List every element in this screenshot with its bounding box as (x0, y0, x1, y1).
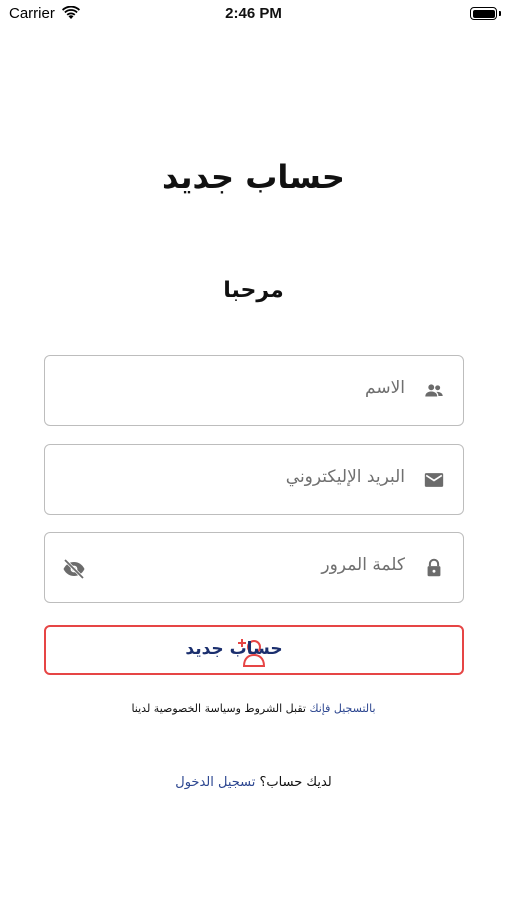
clock: 2:46 PM (225, 5, 282, 22)
terms-link[interactable]: بالتسجيل فإنك (309, 702, 375, 715)
register-button-label: حساب جديد (185, 639, 283, 659)
page-title: حساب جديد (162, 158, 345, 196)
password-placeholder: كلمة المرور (321, 555, 405, 575)
battery-icon (470, 7, 501, 20)
terms-text: تقبل الشروط وسياسة الخصوصية لدينا (131, 702, 306, 715)
login-link[interactable]: تسجيل الدخول (175, 775, 255, 790)
login-question: لديك حساب؟ (259, 775, 332, 790)
welcome-heading: مرحبا (223, 278, 284, 303)
lock-icon (427, 558, 441, 577)
eye-off-icon[interactable] (62, 557, 86, 581)
mail-icon (424, 473, 444, 487)
register-button[interactable]: حساب جديد (44, 625, 464, 675)
email-field[interactable]: البريد الإليكتروني (44, 444, 464, 515)
status-bar: Carrier 2:46 PM (0, 0, 507, 30)
name-field[interactable]: الاسم (44, 355, 464, 426)
login-prompt: لديك حساب؟ تسجيل الدخول (0, 775, 507, 790)
email-placeholder: البريد الإليكتروني (285, 467, 405, 487)
name-placeholder: الاسم (365, 378, 405, 398)
password-field[interactable]: كلمة المرور (44, 532, 464, 603)
terms-notice: بالتسجيل فإنك تقبل الشروط وسياسة الخصوصي… (0, 702, 507, 715)
people-icon (425, 384, 443, 397)
